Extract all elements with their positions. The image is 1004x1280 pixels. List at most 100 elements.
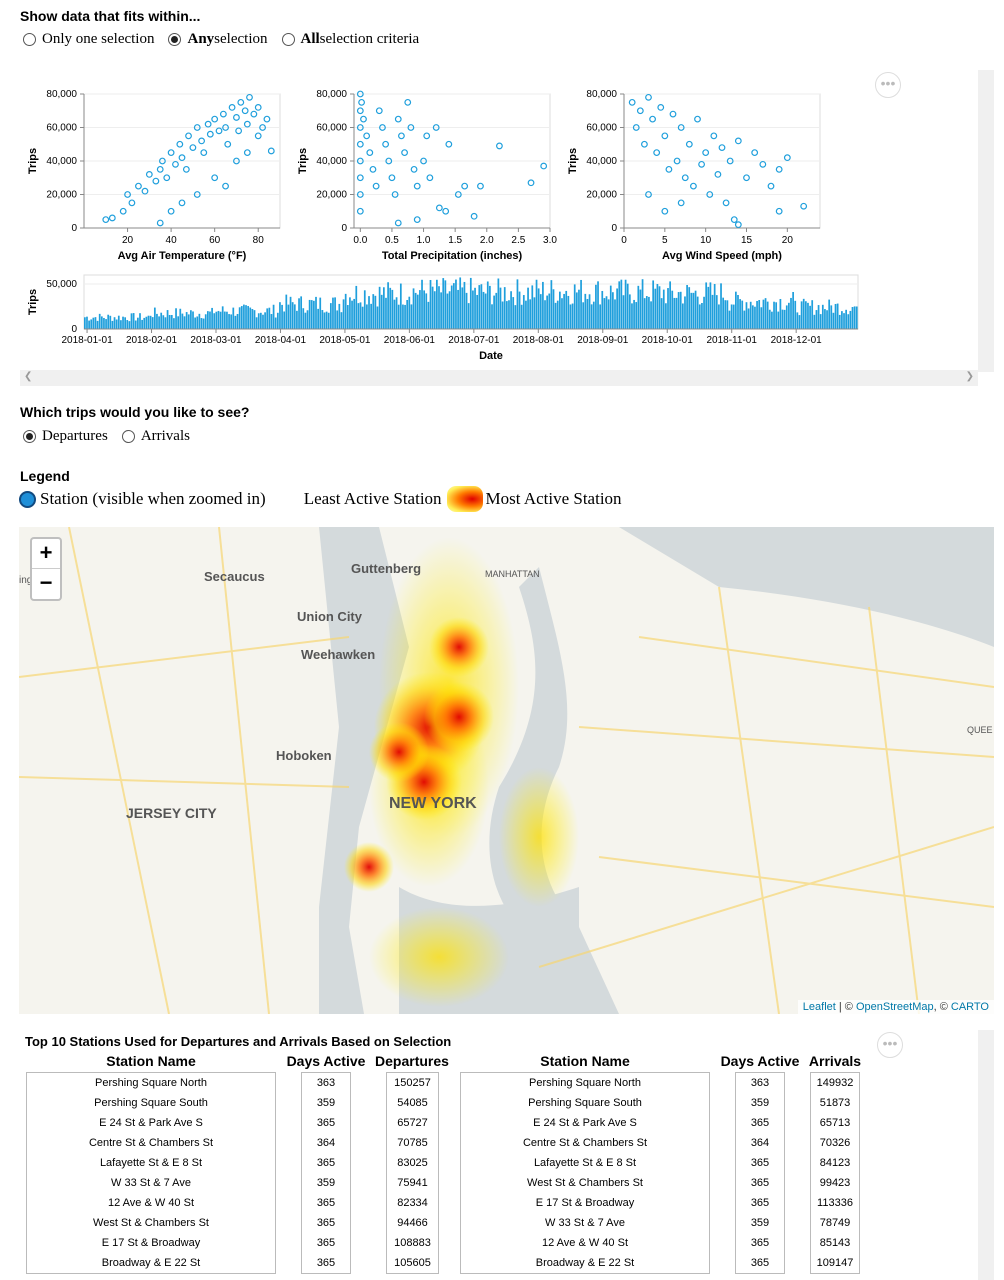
bar (151, 317, 154, 329)
data-point (649, 115, 656, 123)
bar (815, 310, 818, 329)
bar (234, 315, 237, 329)
bar (788, 302, 790, 329)
map[interactable]: Secaucus Guttenberg MANHATTAN Union City… (19, 527, 994, 1014)
arr-count-cell: 70326 (819, 1137, 851, 1149)
data-point (189, 144, 197, 151)
bar (419, 290, 421, 329)
bar (694, 290, 697, 329)
dep-count-cell: 65727 (397, 1117, 428, 1129)
vertical-scrollbar[interactable] (978, 70, 994, 372)
bar (139, 313, 141, 329)
y-tick-label: 20,000 (46, 190, 77, 201)
scroll-right-icon[interactable]: ❯ (966, 371, 974, 382)
bar (489, 285, 491, 329)
trips-title: Which trips would you like to see? (20, 404, 250, 420)
y-tick-label: 0 (341, 223, 347, 234)
bar (739, 299, 741, 329)
chart-menu-button[interactable]: ••• (875, 72, 901, 98)
bar (232, 307, 235, 329)
bar (342, 299, 345, 329)
bar (836, 303, 839, 329)
trips-option-arrivals[interactable]: Arrivals (121, 428, 190, 445)
bar (599, 304, 602, 329)
bar (692, 292, 695, 329)
bar (450, 285, 453, 329)
bar (166, 310, 169, 329)
bar (760, 307, 763, 329)
radio-icon (121, 430, 135, 443)
bar (785, 305, 788, 329)
data-point (356, 140, 364, 148)
y-tick-label: 0 (71, 223, 77, 234)
carto-link[interactable]: CARTO (951, 1001, 989, 1013)
bar (395, 297, 398, 329)
data-point (243, 149, 251, 157)
x-tick-label: 2018-09-01 (577, 335, 629, 346)
filter-option-all[interactable]: All selection criteria (281, 31, 419, 48)
bar (824, 309, 826, 329)
scroll-left-icon[interactable]: ❮ (24, 371, 32, 382)
osm-link[interactable]: OpenStreetMap (856, 1001, 934, 1013)
bar (813, 314, 816, 329)
bar (455, 279, 457, 329)
arr-count-cell: 51873 (819, 1097, 851, 1109)
arr-station-column: Pershing Square North Pershing Square Sou… (460, 1072, 710, 1274)
bar (514, 305, 517, 329)
x-tick-label: 5 (662, 235, 668, 246)
bar (92, 317, 95, 329)
bar (554, 302, 557, 329)
bar (715, 295, 718, 329)
data-point (527, 179, 535, 187)
bar (703, 296, 705, 329)
bar (385, 297, 387, 329)
data-point (172, 160, 179, 168)
trips-option-departures[interactable]: Departures (23, 428, 108, 445)
bar (732, 304, 735, 329)
scatter-temperature: 0 20,000 40,000 60,000 80,000 20 40 60 80 Avg Air… (27, 89, 281, 262)
data-point (372, 182, 380, 190)
data-point (442, 207, 450, 215)
bar (194, 317, 196, 329)
bar (183, 316, 186, 329)
leaflet-link[interactable]: Leaflet (803, 1001, 836, 1013)
bar (809, 305, 811, 329)
bar (380, 294, 383, 329)
bar (397, 304, 400, 329)
bar (340, 312, 343, 329)
bar (548, 293, 551, 329)
bar (800, 301, 803, 329)
table-vertical-scrollbar[interactable] (978, 1030, 994, 1280)
arr-station-cell: Centre St & Chambers St (522, 1137, 648, 1149)
bar (637, 285, 640, 329)
data-point (102, 216, 110, 224)
horizontal-scrollbar[interactable]: ❮ ❯ (20, 370, 978, 386)
bar (520, 304, 523, 329)
bar (321, 310, 324, 329)
zoom-in-button[interactable]: + (32, 539, 60, 569)
bar (452, 283, 455, 329)
bar (590, 304, 593, 329)
bar (124, 317, 127, 329)
data-point (669, 110, 677, 118)
bar (775, 302, 778, 329)
bar (372, 294, 375, 329)
bar (313, 300, 315, 329)
y-tick-label: 40,000 (46, 156, 77, 167)
dep-header-days: Days Active (286, 1053, 366, 1069)
bar (535, 279, 538, 329)
bar (586, 298, 589, 329)
data-point (698, 160, 705, 168)
filter-option-one[interactable]: Only one selection (23, 31, 154, 48)
data-point (219, 110, 227, 118)
bar (821, 304, 824, 329)
table-menu-button[interactable]: ••• (877, 1032, 903, 1058)
filter-option-any[interactable]: Any selection (168, 31, 268, 48)
bar (845, 309, 847, 329)
zoom-out-button[interactable]: − (32, 569, 60, 599)
data-point (743, 174, 750, 182)
bar (433, 291, 436, 329)
bar (281, 304, 283, 329)
arr-days-cell: 365 (750, 1197, 770, 1209)
bar (436, 279, 438, 329)
